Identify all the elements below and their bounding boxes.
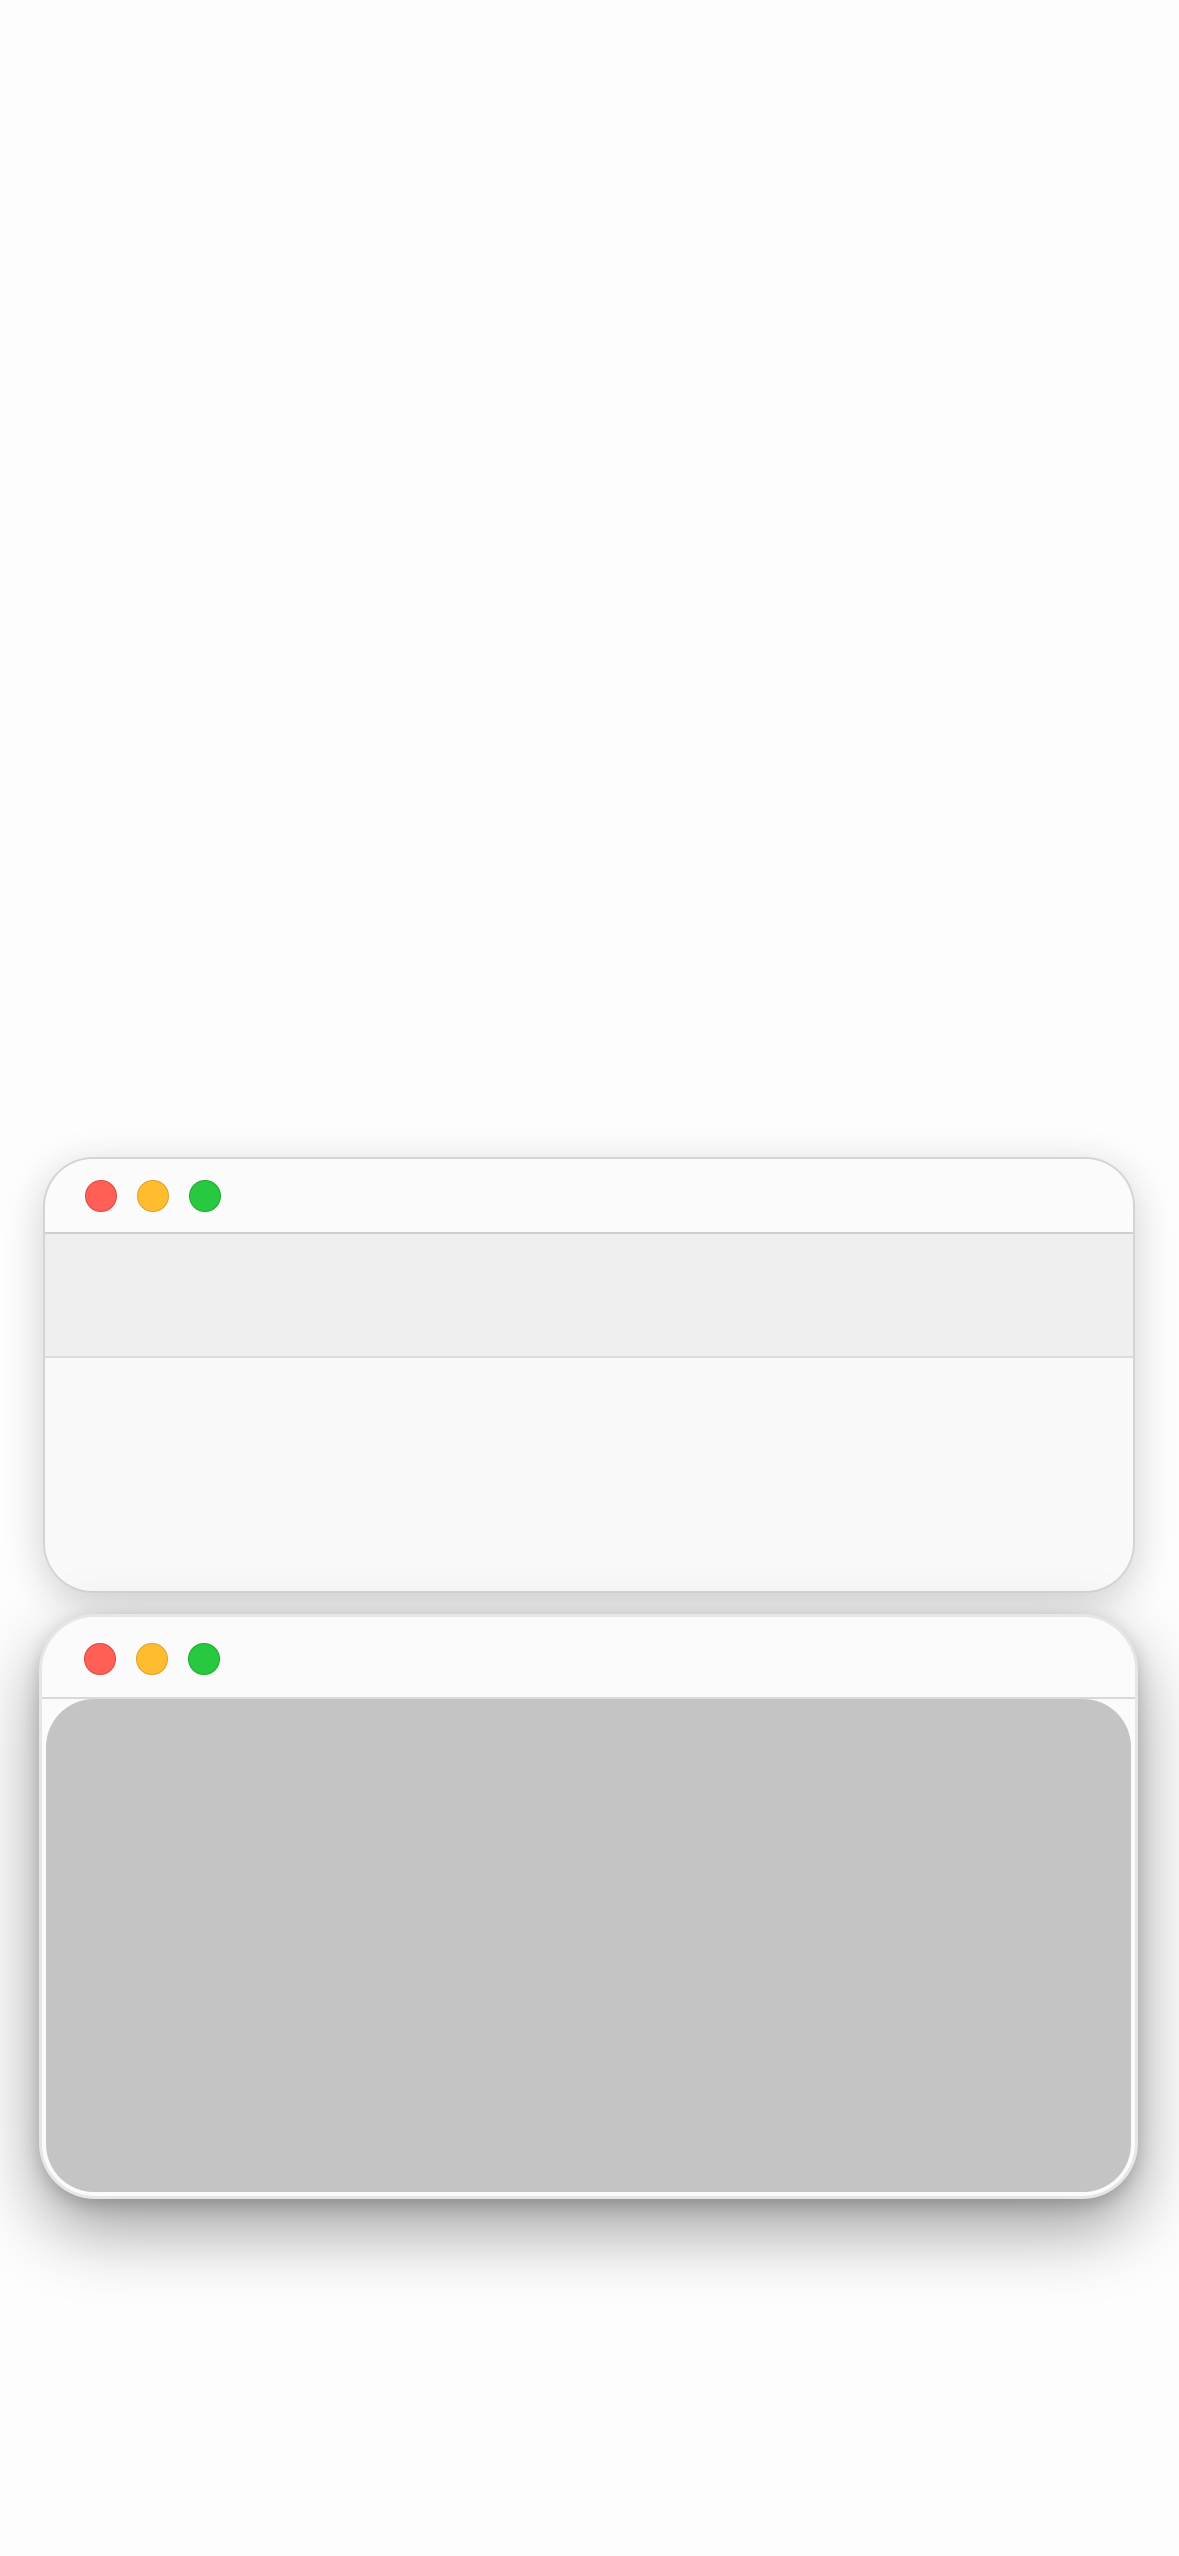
window-controls bbox=[85, 1180, 221, 1212]
zoom-icon[interactable] bbox=[189, 1180, 221, 1212]
zoom-icon[interactable] bbox=[188, 1643, 220, 1675]
title-bar[interactable] bbox=[45, 1159, 1133, 1234]
minimize-icon[interactable] bbox=[136, 1643, 168, 1675]
minimize-icon[interactable] bbox=[137, 1180, 169, 1212]
desktop bbox=[0, 0, 1179, 2556]
window-bottom bbox=[39, 1614, 1138, 2199]
window-content-placeholder bbox=[46, 1699, 1131, 2192]
close-icon[interactable] bbox=[84, 1643, 116, 1675]
toolbar bbox=[45, 1234, 1133, 1358]
window-controls bbox=[84, 1643, 220, 1675]
close-icon[interactable] bbox=[85, 1180, 117, 1212]
title-bar[interactable] bbox=[42, 1617, 1135, 1699]
window-content bbox=[45, 1358, 1133, 1591]
window-top bbox=[43, 1157, 1135, 1593]
